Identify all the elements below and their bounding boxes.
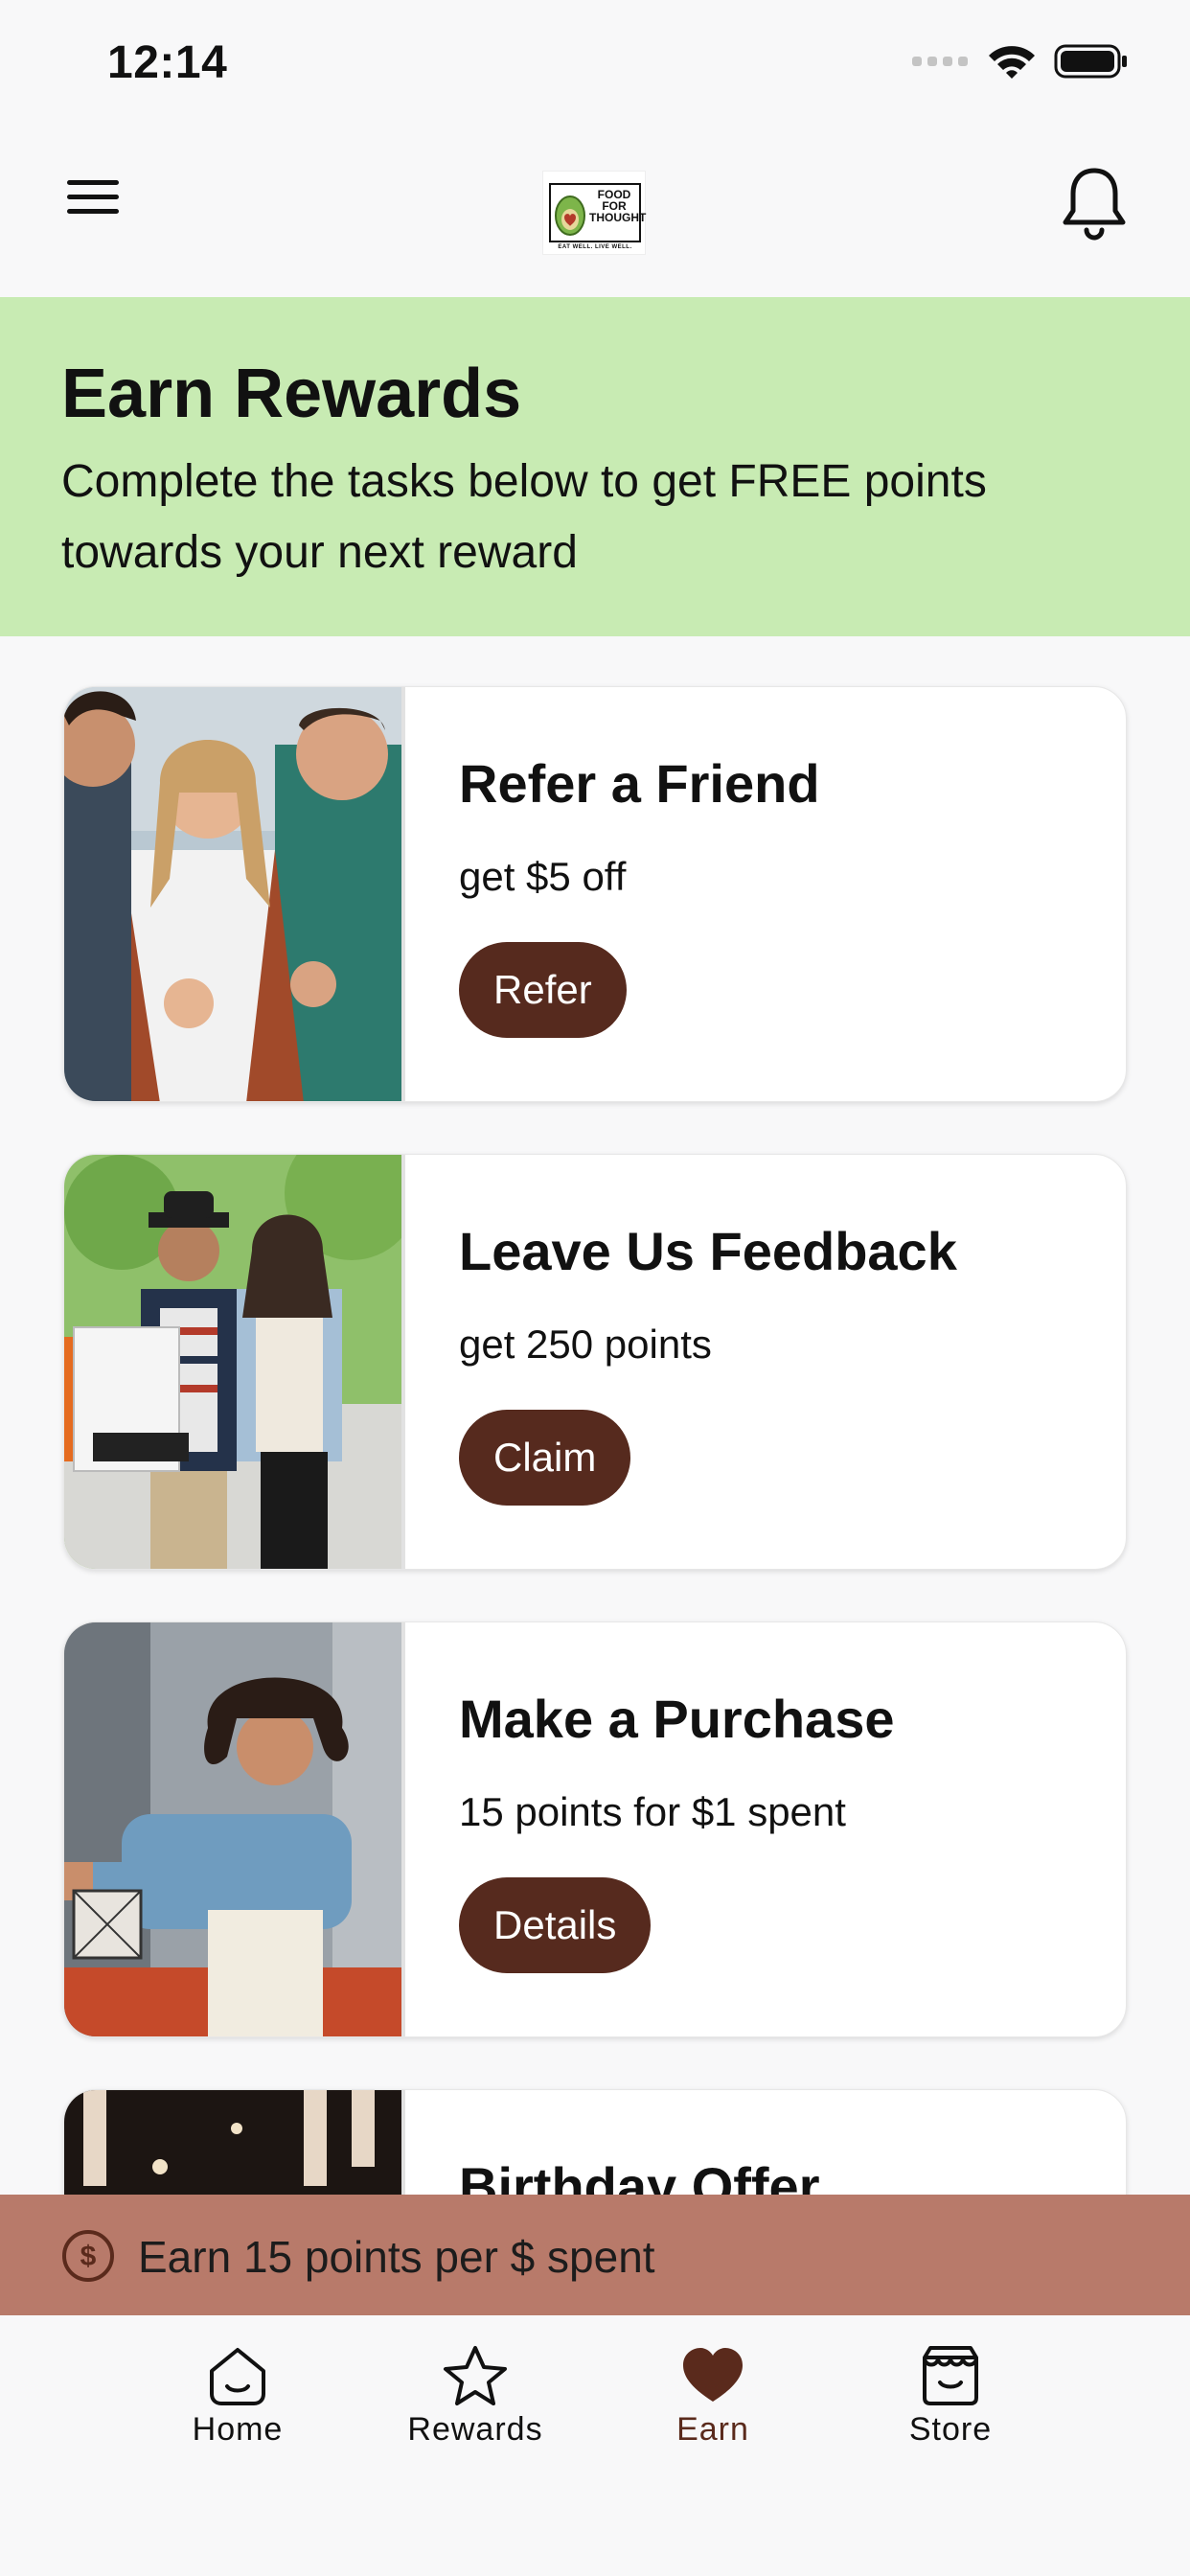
home-icon	[210, 2348, 265, 2405]
bell-icon	[1063, 168, 1126, 241]
heart-icon	[683, 2348, 743, 2402]
tab-rewards[interactable]: Rewards	[379, 2344, 571, 2478]
task-title: Leave Us Feedback	[459, 1221, 957, 1281]
task-subtitle: get 250 points	[459, 1322, 712, 1367]
logo-wordmark: FOOD FOR THOUGHT	[589, 189, 647, 224]
dollar-circle-icon: $	[62, 2230, 114, 2282]
star-icon	[444, 2346, 507, 2405]
task-title: Refer a Friend	[459, 753, 820, 814]
status-time: 12:14	[107, 37, 228, 88]
logo-frame: FOOD FOR THOUGHT	[549, 183, 647, 242]
tab-store[interactable]: Store	[855, 2344, 1046, 2478]
page-title: Earn Rewards	[61, 356, 522, 432]
friends-photo	[64, 687, 405, 1101]
store-icon	[923, 2346, 978, 2405]
tab-label: Store	[908, 2411, 993, 2448]
earn-rate-text: Earn 15 points per $ spent	[138, 2232, 655, 2282]
details-button[interactable]: Details	[459, 1877, 652, 1973]
status-indicators	[912, 42, 1129, 80]
tab-label: Rewards	[407, 2411, 543, 2448]
svg-text:$: $	[80, 2241, 97, 2272]
logo-tagline: EAT WELL. LIVE WELL.	[558, 244, 632, 250]
app-header: FOOD FOR THOUGHT EAT WELL. LIVE WELL.	[0, 134, 1190, 297]
notifications-button[interactable]	[1056, 157, 1133, 245]
avocado-icon	[555, 196, 585, 236]
refer-button[interactable]: Refer	[459, 942, 627, 1038]
claim-button[interactable]: Claim	[459, 1410, 631, 1506]
battery-icon	[1054, 44, 1127, 79]
task-title: Make a Purchase	[459, 1689, 895, 1749]
wifi-icon	[989, 46, 1035, 79]
bottom-tab-bar: Home Rewards Earn Store	[0, 2315, 1190, 2576]
shoppers-photo	[64, 1155, 405, 1569]
signal-icon	[912, 57, 968, 66]
brand-logo[interactable]: FOOD FOR THOUGHT EAT WELL. LIVE WELL.	[542, 171, 646, 255]
task-card-refer[interactable]: Refer a Friend get $5 off Refer	[63, 686, 1127, 1102]
status-bar: 12:14	[0, 0, 1190, 134]
menu-icon-line	[67, 180, 119, 185]
task-card-feedback[interactable]: Leave Us Feedback get 250 points Claim	[63, 1154, 1127, 1570]
task-subtitle: 15 points for $1 spent	[459, 1789, 846, 1834]
menu-icon-line	[67, 195, 119, 199]
task-subtitle: get $5 off	[459, 854, 627, 899]
earn-rewards-hero: Earn Rewards Complete the tasks below to…	[0, 297, 1190, 636]
menu-button[interactable]	[63, 169, 128, 226]
logo-word-3: THOUGHT	[589, 211, 647, 224]
tab-home[interactable]: Home	[142, 2344, 333, 2478]
tab-label: Earn	[676, 2411, 749, 2448]
tab-label: Home	[192, 2411, 284, 2448]
page-subtitle: Complete the tasks below to get FREE poi…	[61, 456, 987, 578]
menu-icon-line	[67, 209, 119, 214]
task-card-purchase[interactable]: Make a Purchase 15 points for $1 spent D…	[63, 1622, 1127, 2037]
shopper-photo	[64, 1622, 405, 2036]
earn-rate-banner: $ Earn 15 points per $ spent	[0, 2195, 1190, 2315]
tab-earn[interactable]: Earn	[617, 2344, 809, 2478]
